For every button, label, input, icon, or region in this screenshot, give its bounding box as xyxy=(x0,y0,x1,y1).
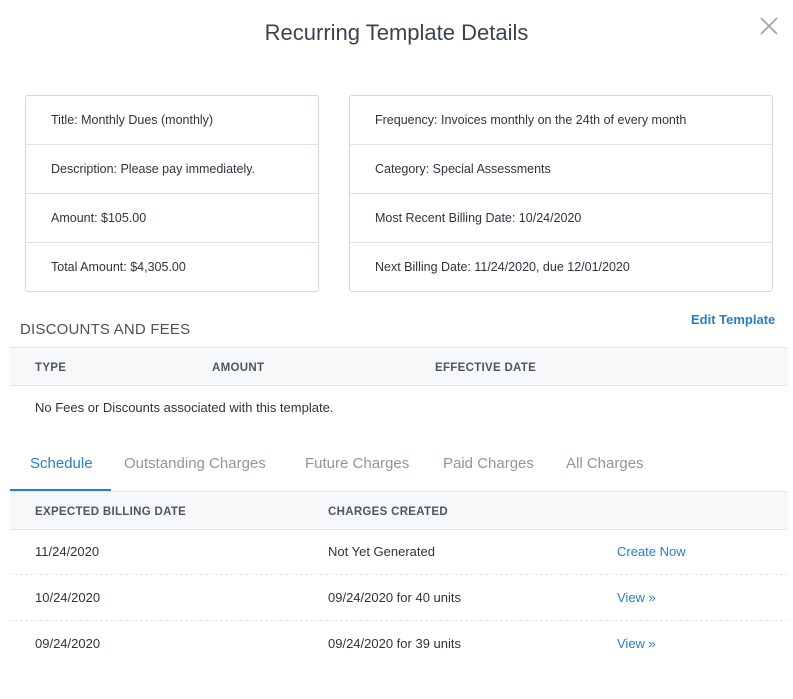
schedule-col-expected-date: EXPECTED BILLING DATE xyxy=(35,506,187,518)
table-row: 09/24/2020 09/24/2020 for 39 units View … xyxy=(10,621,788,667)
detail-next-billing: Next Billing Date: 11/24/2020, due 12/01… xyxy=(375,260,630,274)
charges-tabs: Schedule Outstanding Charges Future Char… xyxy=(10,443,788,491)
detail-frequency: Frequency: Invoices monthly on the 24th … xyxy=(350,96,772,145)
tab-schedule[interactable]: Schedule xyxy=(30,455,93,472)
fees-col-effective-date: EFFECTIVE DATE xyxy=(435,362,537,374)
detail-most-recent-billing: Most Recent Billing Date: 10/24/2020 xyxy=(350,194,772,243)
row-charges-created: 09/24/2020 for 39 units xyxy=(328,636,461,651)
detail-description: Description: Please pay immediately. xyxy=(26,145,318,194)
discounts-fees-title: DISCOUNTS AND FEES xyxy=(20,321,191,338)
row-charges-created: Not Yet Generated xyxy=(328,544,435,559)
detail-amount: Amount: $105.00 xyxy=(26,194,318,243)
close-icon xyxy=(760,17,778,35)
detail-total-amount: Total Amount: $4,305.00 xyxy=(51,260,186,274)
tab-paid-charges[interactable]: Paid Charges xyxy=(443,455,534,472)
view-link[interactable]: View » xyxy=(617,590,656,605)
row-expected-date: 11/24/2020 xyxy=(35,544,100,559)
tab-future-charges[interactable]: Future Charges xyxy=(305,455,409,472)
fees-col-amount: AMOUNT xyxy=(212,362,265,374)
details-card-right: Frequency: Invoices monthly on the 24th … xyxy=(349,95,773,292)
schedule-table-header: EXPECTED BILLING DATE CHARGES CREATED xyxy=(10,491,788,530)
edit-template-link[interactable]: Edit Template xyxy=(691,312,775,327)
schedule-col-charges-created: CHARGES CREATED xyxy=(328,506,448,518)
row-expected-date: 10/24/2020 xyxy=(35,590,101,605)
details-card-left: Title: Monthly Dues (monthly) Descriptio… xyxy=(25,95,319,292)
row-expected-date: 09/24/2020 xyxy=(35,636,101,651)
tab-all-charges[interactable]: All Charges xyxy=(566,455,644,472)
close-button[interactable] xyxy=(757,14,781,38)
detail-title: Title: Monthly Dues (monthly) xyxy=(26,96,318,145)
table-row: 10/24/2020 09/24/2020 for 40 units View … xyxy=(10,575,788,621)
view-link[interactable]: View » xyxy=(617,636,656,651)
table-row: 11/24/2020 Not Yet Generated Create Now xyxy=(10,529,788,575)
detail-category: Category: Special Assessments xyxy=(350,145,772,194)
modal-title: Recurring Template Details xyxy=(264,20,529,45)
create-now-link[interactable]: Create Now xyxy=(617,544,686,559)
fees-table-header: TYPE AMOUNT EFFECTIVE DATE xyxy=(10,347,788,386)
fees-empty-message: No Fees or Discounts associated with thi… xyxy=(35,400,334,415)
tab-outstanding-charges[interactable]: Outstanding Charges xyxy=(124,455,266,472)
row-charges-created: 09/24/2020 for 40 units xyxy=(328,590,461,605)
fees-col-type: TYPE xyxy=(35,362,67,374)
